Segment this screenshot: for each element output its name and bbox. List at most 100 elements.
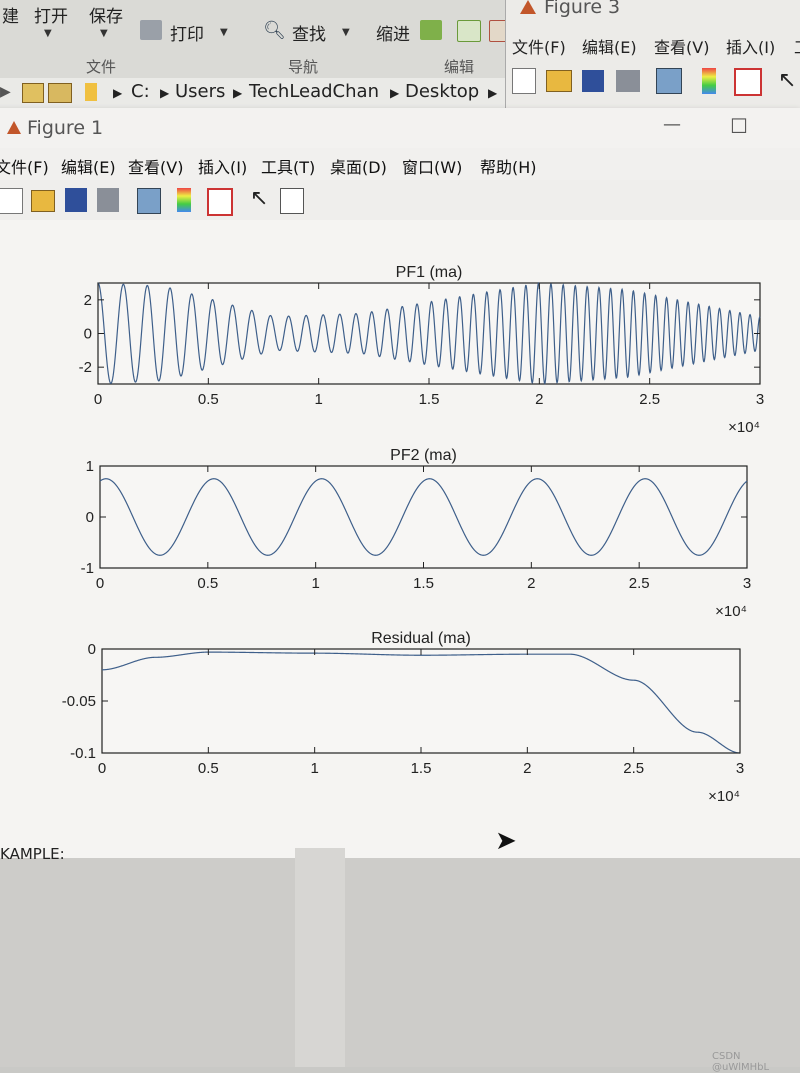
figure1-menubar: 文件(F) 编辑(E) 查看(V) 插入(I) 工具(T) 桌面(D) 窗口(W…: [0, 148, 800, 180]
x-tick-label: 0.5: [198, 391, 219, 408]
new-button-label[interactable]: 建: [2, 2, 19, 27]
y-tick-label: 0: [86, 509, 94, 526]
fig3-menu-edit[interactable]: 编辑(E): [582, 34, 637, 58]
x-tick-label: 1: [314, 391, 322, 408]
chevron-right-icon: ▶: [390, 86, 400, 100]
menu-desktop[interactable]: 桌面(D): [330, 154, 387, 178]
x-exponent-label: ×10⁴: [715, 603, 747, 620]
y-tick-label: 0: [84, 326, 92, 343]
x-tick-label: 0: [94, 391, 102, 408]
fig3-menu-file[interactable]: 文件(F): [512, 34, 566, 58]
x-tick-label: 0.5: [198, 760, 219, 777]
insert-icon[interactable]: [457, 20, 481, 42]
chart-title: Residual (ma): [371, 630, 471, 647]
printer-icon[interactable]: [97, 188, 119, 212]
find-button[interactable]: 查找: [292, 20, 326, 45]
save-disk-icon[interactable]: [582, 70, 604, 92]
x-tick-label: 3: [736, 760, 744, 777]
figure1-window: Figure 1 — ☐ 文件(F) 编辑(E) 查看(V) 插入(I) 工具(…: [0, 108, 800, 858]
print-button[interactable]: 打印: [170, 20, 204, 45]
plot-svg: 0 0.5 1 1.5 2 2.5 320-2PF1 (ma)×10⁴0 0.5 1 1.5 2 2.…: [62, 264, 764, 805]
x-tick-label: 1.5: [411, 760, 432, 777]
menu-edit[interactable]: 编辑(E): [61, 154, 116, 178]
open-folder-icon[interactable]: [31, 190, 55, 212]
matlab-logo-icon: [7, 121, 21, 134]
example-label: KAMPLE:: [0, 845, 65, 863]
breadcrumb-users[interactable]: Users: [175, 81, 225, 102]
y-tick-label: -0.1: [70, 745, 96, 762]
chevron-right-icon: ▶: [233, 86, 243, 100]
figure3-window: Figure 3 文件(F) 编辑(E) 查看(V) 插入(I) 工 ↖: [505, 0, 800, 110]
splitter[interactable]: [295, 848, 345, 1067]
breadcrumb-drive[interactable]: C:: [131, 81, 150, 102]
save-button[interactable]: 保存: [89, 2, 123, 27]
mouse-cursor-icon: ➤: [495, 826, 517, 856]
link-plot-icon[interactable]: [656, 68, 682, 94]
menu-view[interactable]: 查看(V): [128, 154, 183, 178]
axes-box-3: [101, 648, 741, 754]
minimize-button[interactable]: —: [663, 114, 681, 135]
x-tick-label: 3: [756, 391, 764, 408]
watermark: CSDN @uWlMHbL: [712, 1051, 770, 1073]
x-tick-label: 1.5: [413, 575, 434, 592]
printer-icon[interactable]: [140, 20, 162, 40]
save-disk-icon[interactable]: [65, 188, 87, 212]
chevron-right-icon: ▶: [488, 86, 498, 100]
breadcrumb-user[interactable]: TechLeadChan: [249, 81, 379, 102]
maximize-button[interactable]: ☐: [730, 114, 748, 138]
x-tick-label: 1.5: [419, 391, 440, 408]
new-figure-icon[interactable]: [512, 68, 536, 94]
editor-toolstrip: 建 打开 保存 ▼ ▼ 打印 ▼ 🔍︎ 查找 ▼ 缩进 文件 导航 编辑: [0, 0, 513, 79]
menu-help[interactable]: 帮助(H): [480, 154, 537, 178]
chevron-right-icon: ▶: [113, 86, 123, 100]
back-arrow-icon[interactable]: ▶: [0, 84, 11, 100]
menu-file[interactable]: 文件(F): [0, 154, 49, 178]
chevron-down-icon[interactable]: ▼: [44, 28, 52, 39]
x-tick-label: 2: [527, 575, 535, 592]
menu-window[interactable]: 窗口(W): [402, 154, 462, 178]
fig3-menu-insert[interactable]: 插入(I): [726, 34, 775, 58]
x-exponent-label: ×10⁴: [708, 788, 740, 805]
matlab-logo-icon: [520, 0, 536, 14]
up-folder-icon[interactable]: [22, 83, 44, 103]
open-button[interactable]: 打开: [34, 2, 68, 27]
function-icon[interactable]: [420, 20, 442, 40]
chevron-down-icon[interactable]: ▼: [342, 27, 350, 38]
chevron-down-icon[interactable]: ▼: [220, 27, 228, 38]
figure-canvas: 0 0.5 1 1.5 2 2.5 3 2 0 -2 PF1 (ma) ×10⁴ 0 0.5 1 1.5 2 2.…: [0, 220, 800, 858]
pointer-icon[interactable]: ↖: [250, 186, 268, 211]
y-tick-label: -2: [79, 359, 92, 376]
link-plot-icon[interactable]: [137, 188, 161, 214]
colorbar-icon[interactable]: [177, 188, 191, 212]
x-tick-label: 2.5: [623, 760, 644, 777]
menu-tools[interactable]: 工具(T): [261, 154, 315, 178]
section-navigate: 导航: [288, 58, 319, 76]
x-tick-label: 1: [311, 575, 319, 592]
figure1-titlebar: Figure 1 — ☐: [0, 108, 800, 148]
fig3-menu-tools[interactable]: 工: [794, 34, 800, 58]
printer-icon[interactable]: [616, 70, 640, 92]
y-tick-label: -1: [81, 560, 94, 577]
magnifier-icon[interactable]: 🔍︎: [263, 20, 286, 41]
legend-icon[interactable]: [734, 68, 762, 96]
folder-icon: [85, 83, 97, 101]
colorbar-icon[interactable]: [702, 68, 716, 94]
browse-folder-icon[interactable]: [48, 83, 72, 103]
open-folder-icon[interactable]: [546, 70, 572, 92]
breadcrumb-desktop[interactable]: Desktop: [405, 81, 479, 102]
menu-insert[interactable]: 插入(I): [198, 154, 247, 178]
pointer-icon[interactable]: ↖: [778, 68, 796, 93]
fig3-menu-view[interactable]: 查看(V): [654, 34, 709, 58]
figure1-toolbar: ↖: [0, 180, 800, 221]
x-tick-label: 0: [96, 575, 104, 592]
chevron-down-icon[interactable]: ▼: [100, 28, 108, 39]
property-inspector-icon[interactable]: [280, 188, 304, 214]
y-tick-label: 0: [88, 641, 96, 658]
new-figure-icon[interactable]: [0, 188, 23, 214]
legend-icon[interactable]: [207, 188, 233, 216]
y-tick-label: 1: [86, 458, 94, 475]
x-tick-label: 2: [535, 391, 543, 408]
indent-button[interactable]: 缩进: [376, 20, 410, 45]
chevron-right-icon: ▶: [160, 86, 170, 100]
address-bar: ▶ ▶ C: ▶ Users ▶ TechLeadChan ▶ Desktop …: [0, 78, 510, 109]
